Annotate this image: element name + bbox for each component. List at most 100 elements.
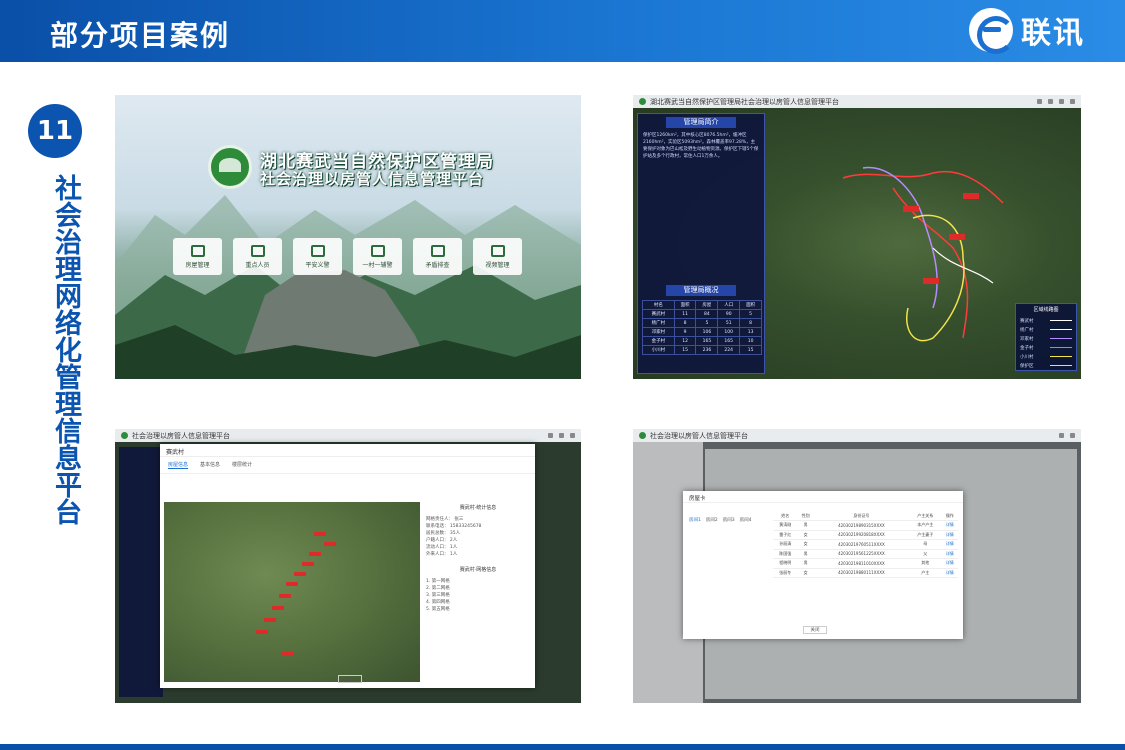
tab-room-3[interactable]: 房间3 [723, 517, 735, 523]
stat-row: 外来人口： 1人 [426, 552, 458, 557]
detail-link[interactable]: 详情 [941, 520, 958, 531]
resident-table: 姓名 性别 身份证号 户主关系 操作 黄涛刚男 42030219890315XXXX 本户户… [773, 511, 958, 578]
toolbar-icons [1059, 433, 1081, 438]
module-house-button[interactable]: 房屋管理 [173, 238, 222, 275]
search-icon[interactable] [548, 433, 553, 438]
route-legend: 区域线路图 赛武村 杨广村 邓家村 金子村 小川村 保护区 [1015, 303, 1077, 371]
detail-link[interactable]: 详情 [941, 568, 958, 578]
house-marker[interactable] [272, 606, 284, 610]
detail-link[interactable]: 详情 [941, 549, 958, 559]
grid-list-item[interactable]: 1. 第一网格 [426, 578, 530, 585]
grid-list-item[interactable]: 4. 第四网格 [426, 599, 530, 606]
search-icon[interactable] [1059, 433, 1064, 438]
grid-list-item[interactable]: 3. 第三网格 [426, 592, 530, 599]
house-marker[interactable] [324, 542, 336, 546]
tab-floor-stats[interactable]: 楼层统计 [232, 461, 252, 469]
detail-link[interactable]: 详情 [941, 530, 958, 540]
module-menu: 房屋管理 重点人员 平安义警 一村一辅警 矛盾排查 视频管理 [173, 238, 522, 275]
app-topbar: 社会治理以房管人信息管理平台 [633, 429, 1081, 442]
table-row[interactable]: 雷子红女 42030219920818XXXX 户主妻子 详情 [773, 530, 958, 540]
detail-link[interactable]: 详情 [941, 558, 958, 569]
search-icon[interactable] [1037, 99, 1042, 104]
users-icon [250, 244, 265, 257]
grid-list-item[interactable]: 2. 第二网格 [426, 585, 530, 592]
room-tabs-area: 房间1 房间2 房间3 房间4 [689, 517, 769, 523]
house-marker[interactable] [279, 594, 291, 598]
stat-row: 网格责任人： 张三 [426, 517, 464, 522]
house-marker[interactable] [309, 552, 321, 556]
legend-item[interactable]: 杨广村 [1016, 325, 1076, 334]
section-number-badge: 11 [28, 104, 82, 158]
legend-title: 区域线路图 [1033, 307, 1059, 313]
grid-list-item[interactable]: 5. 第五网格 [426, 606, 530, 613]
legend-item[interactable]: 小川村 [1016, 352, 1076, 361]
bell-icon[interactable] [1048, 99, 1053, 104]
slide: 部分项目案例 联讯 11 社会治理网络化管理信息平台 湖北赛武当自然保护区管理局… [0, 0, 1125, 750]
page-title: 部分项目案例 [50, 19, 231, 52]
app-window-title: 社会治理以房管人信息管理平台 [132, 431, 230, 440]
app-logo-icon [639, 98, 646, 105]
table-row[interactable]: 黄涛刚男 42030219890315XXXX 本户户主 详情 [773, 520, 958, 531]
tab-room-4[interactable]: 房间4 [740, 517, 752, 523]
tab-house-info[interactable]: 房屋信息 [168, 461, 189, 469]
house-marker[interactable] [302, 562, 314, 566]
table-row[interactable]: 陈国强男 42030219561225XXXX 父详情 [773, 549, 958, 559]
reserve-emblem-icon [208, 145, 252, 189]
legend-item[interactable]: 金子村 [1016, 343, 1076, 352]
table-row[interactable]: 程晓明男 42030219811010XXXX 其他 详情 [773, 558, 958, 569]
bell-icon[interactable] [559, 433, 564, 438]
house-marker[interactable] [294, 572, 306, 576]
legend-swatch [1050, 328, 1072, 331]
tab-room-2[interactable]: 房间2 [706, 517, 718, 523]
house-marker[interactable] [286, 582, 298, 586]
house-marker[interactable] [314, 532, 326, 536]
user-icon[interactable] [570, 433, 575, 438]
user-icon[interactable] [1070, 433, 1075, 438]
header-bar: 部分项目案例 联讯 [0, 0, 1125, 62]
table-row[interactable]: 孙丽清女 42030219760511XXXX 母详情 [773, 539, 958, 550]
stat-row: 居民总数： 35人 [426, 531, 461, 536]
legend-swatch [1050, 319, 1072, 322]
screenshot-map-overview: 湖北赛武当自然保护区管理局社会治理以房管人信息管理平台 管理局简介 保护区126… [633, 95, 1081, 379]
detail-link[interactable]: 详情 [941, 539, 958, 550]
village-satellite-map[interactable] [164, 502, 420, 682]
close-button[interactable]: 关闭 [338, 675, 362, 683]
tab-room-1[interactable]: 房间1 [689, 517, 701, 523]
house-marker[interactable] [264, 618, 276, 622]
screenshot-house-card: 社会治理以房管人信息管理平台 房屋卡 房间1 房间2 房间3 房间4 姓名 性别身… [633, 429, 1081, 703]
camera-icon [490, 244, 505, 257]
app-logo-icon [639, 432, 646, 439]
module-video-button[interactable]: 视频管理 [473, 238, 522, 275]
screenshot-village-detail: 社会治理以房管人信息管理平台 赛武村 房屋信息 基本信息 楼层统计 赛武村·统计… [115, 429, 581, 703]
house-marker[interactable] [282, 652, 294, 656]
legend-item[interactable]: 邓家村 [1016, 334, 1076, 343]
table-row[interactable]: 小川村 15 236 224 15 [642, 345, 762, 355]
legend-item[interactable]: 保护区 [1016, 361, 1076, 370]
table-row[interactable]: 赛武村 11 84 90 5 [642, 309, 762, 319]
house-marker[interactable] [256, 630, 268, 634]
table-row[interactable]: 金子村 12 165 165 10 [642, 336, 762, 346]
app-logo-icon [121, 432, 128, 439]
user-icon[interactable] [1070, 99, 1075, 104]
module-key-people-button[interactable]: 重点人员 [233, 238, 282, 275]
room-tabs: 房间1 房间2 房间3 房间4 [689, 517, 769, 523]
table-row[interactable]: 杨广村 8 5 51 8 [642, 318, 762, 328]
table-row[interactable]: 邓家村 9 106 100 13 [642, 327, 762, 337]
close-button[interactable]: 关闭 [803, 626, 827, 634]
footer-bar [0, 744, 1125, 750]
tab-basic-info[interactable]: 基本信息 [200, 461, 220, 469]
stat-row: 户籍人口： 2人 [426, 538, 458, 543]
stats-heading: 赛武村·统计信息 [459, 505, 497, 511]
brand-logo: 联讯 [969, 8, 1085, 54]
house-icon [190, 244, 205, 257]
table-row[interactable]: 张丽冬女 42030219880111XXXX 户主 详情 [773, 568, 958, 578]
legend-swatch [1050, 337, 1072, 340]
login-title-line2: 社会治理以房管人信息管理平台 [260, 170, 485, 188]
legend-item[interactable]: 赛武村 [1016, 316, 1076, 325]
bureau-info-panel: 管理局简介 保护区1260km²，其中核心区8076.5hm²，缓冲区2160h… [637, 113, 765, 374]
panel-heading: 管理局简介 [666, 117, 736, 128]
module-dispute-button[interactable]: 矛盾排查 [413, 238, 462, 275]
module-village-police-button[interactable]: 一村一辅警 [353, 238, 402, 275]
settings-icon[interactable] [1059, 99, 1064, 104]
module-volunteer-police-button[interactable]: 平安义警 [293, 238, 342, 275]
